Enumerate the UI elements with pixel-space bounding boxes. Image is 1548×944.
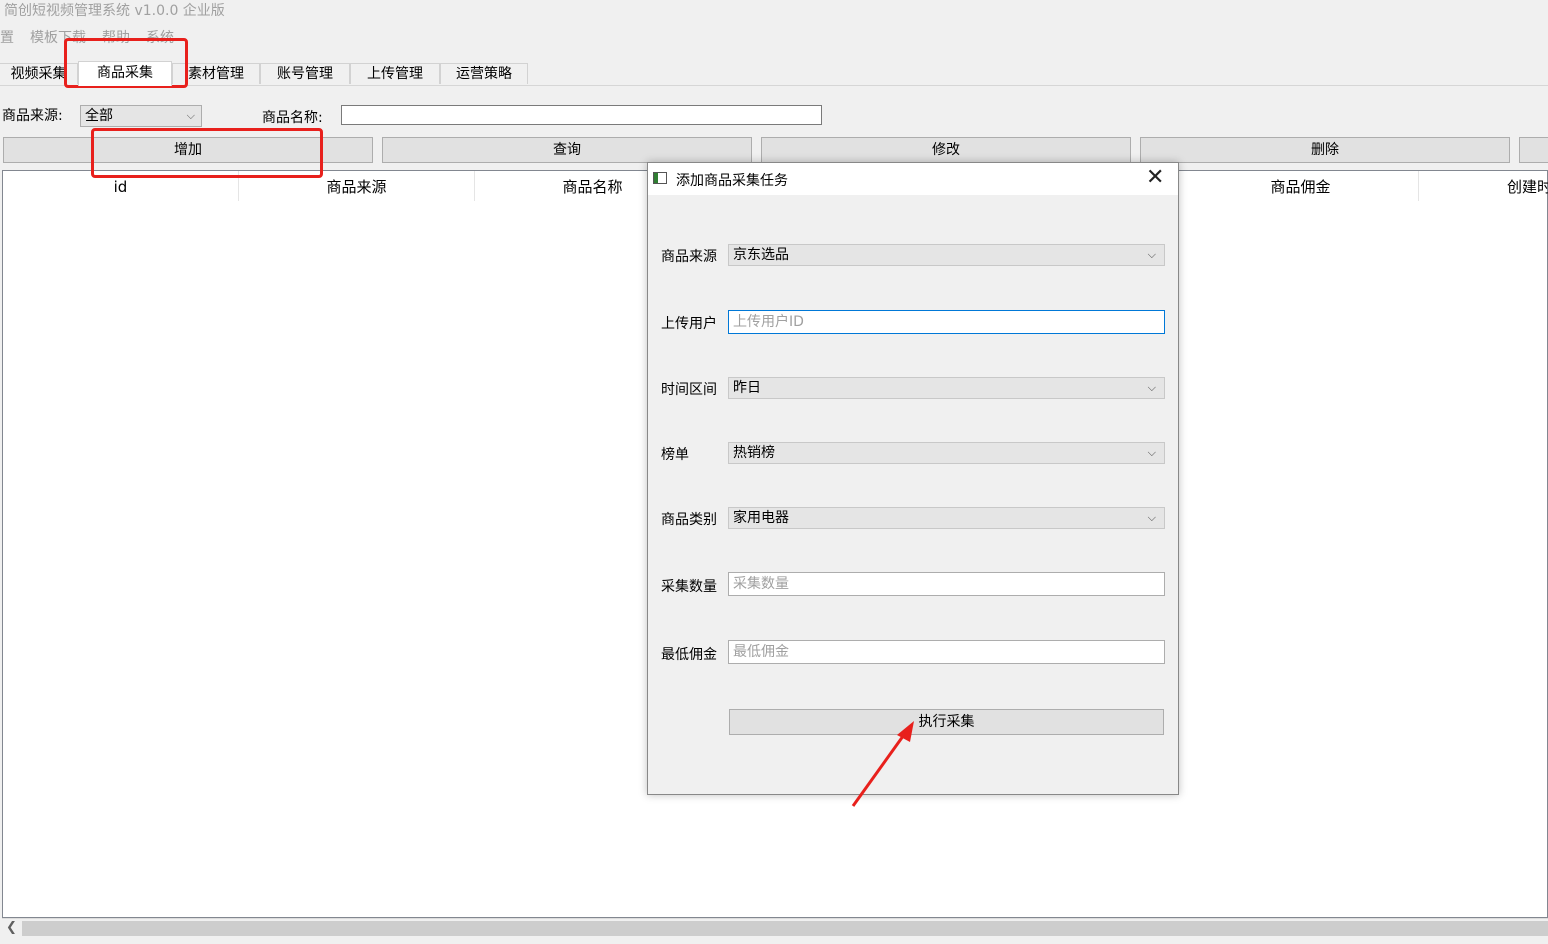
- chevron-down-icon: ⌵: [1147, 511, 1156, 524]
- more-button[interactable]: [1519, 137, 1548, 163]
- delete-button[interactable]: 删除: [1140, 137, 1510, 163]
- ranking-label: 榜单: [661, 447, 689, 463]
- tab-upload-manage[interactable]: 上传管理: [350, 63, 440, 84]
- chevron-left-icon[interactable]: ❮: [6, 920, 17, 935]
- chevron-down-icon: ⌵: [1147, 446, 1156, 459]
- count-label: 采集数量: [661, 579, 717, 595]
- category-label: 商品类别: [661, 512, 717, 528]
- source-label: 商品来源: [661, 249, 717, 265]
- add-collect-task-dialog: 添加商品采集任务 ✕ 商品来源 京东选品 ⌵ 上传用户 时间区间 昨日 ⌵ 榜单…: [647, 162, 1179, 795]
- source-select[interactable]: 京东选品 ⌵: [728, 244, 1165, 266]
- query-button[interactable]: 查询: [382, 137, 752, 163]
- tab-account-manage[interactable]: 账号管理: [260, 63, 350, 84]
- menu-item-settings[interactable]: 置: [0, 27, 14, 47]
- arrow-annotation: [851, 721, 914, 807]
- name-filter-input[interactable]: [341, 105, 822, 125]
- min-commission-input[interactable]: [728, 640, 1165, 664]
- edit-button[interactable]: 修改: [761, 137, 1131, 163]
- chevron-down-icon: ⌵: [1147, 381, 1156, 394]
- category-value: 家用电器: [733, 510, 789, 526]
- tab-operation-strategy[interactable]: 运营策略: [440, 63, 528, 84]
- min-commission-label: 最低佣金: [661, 647, 717, 663]
- window-icon: [653, 172, 667, 184]
- category-select[interactable]: 家用电器 ⌵: [728, 507, 1165, 529]
- chevron-down-icon: ⌵: [186, 109, 195, 122]
- column-header-created[interactable]: 创建时: [1419, 171, 1548, 201]
- time-range-label: 时间区间: [661, 382, 717, 398]
- execute-collect-button[interactable]: 执行采集: [729, 709, 1164, 735]
- uploader-input[interactable]: [728, 310, 1165, 334]
- uploader-label: 上传用户: [661, 316, 717, 332]
- dialog-title: 添加商品采集任务: [676, 173, 788, 189]
- ranking-select[interactable]: 热销榜 ⌵: [728, 442, 1165, 464]
- window-title: 简创短视频管理系统 v1.0.0 企业版: [4, 3, 225, 19]
- time-range-value: 昨日: [733, 380, 761, 396]
- source-filter-select[interactable]: 全部 ⌵: [80, 105, 202, 127]
- ranking-value: 热销榜: [733, 445, 775, 461]
- horizontal-scrollbar[interactable]: ❮: [2, 918, 1548, 939]
- chevron-down-icon: ⌵: [1147, 248, 1156, 261]
- count-input[interactable]: [728, 572, 1165, 596]
- annotation-box-add: [91, 128, 323, 178]
- time-range-select[interactable]: 昨日 ⌵: [728, 377, 1165, 399]
- source-filter-value: 全部: [85, 108, 113, 124]
- source-select-value: 京东选品: [733, 247, 789, 263]
- close-icon[interactable]: ✕: [1146, 165, 1164, 191]
- source-filter-label: 商品来源:: [2, 108, 63, 124]
- scrollbar-thumb[interactable]: [22, 921, 1548, 936]
- name-filter-label: 商品名称:: [262, 110, 323, 126]
- tab-product-collect[interactable]: 商品采集: [78, 61, 172, 86]
- column-header-commission[interactable]: 商品佣金: [1183, 171, 1419, 201]
- tab-strip: 视频采集 商品采集 素材管理 账号管理 上传管理 运营策略: [0, 61, 1548, 86]
